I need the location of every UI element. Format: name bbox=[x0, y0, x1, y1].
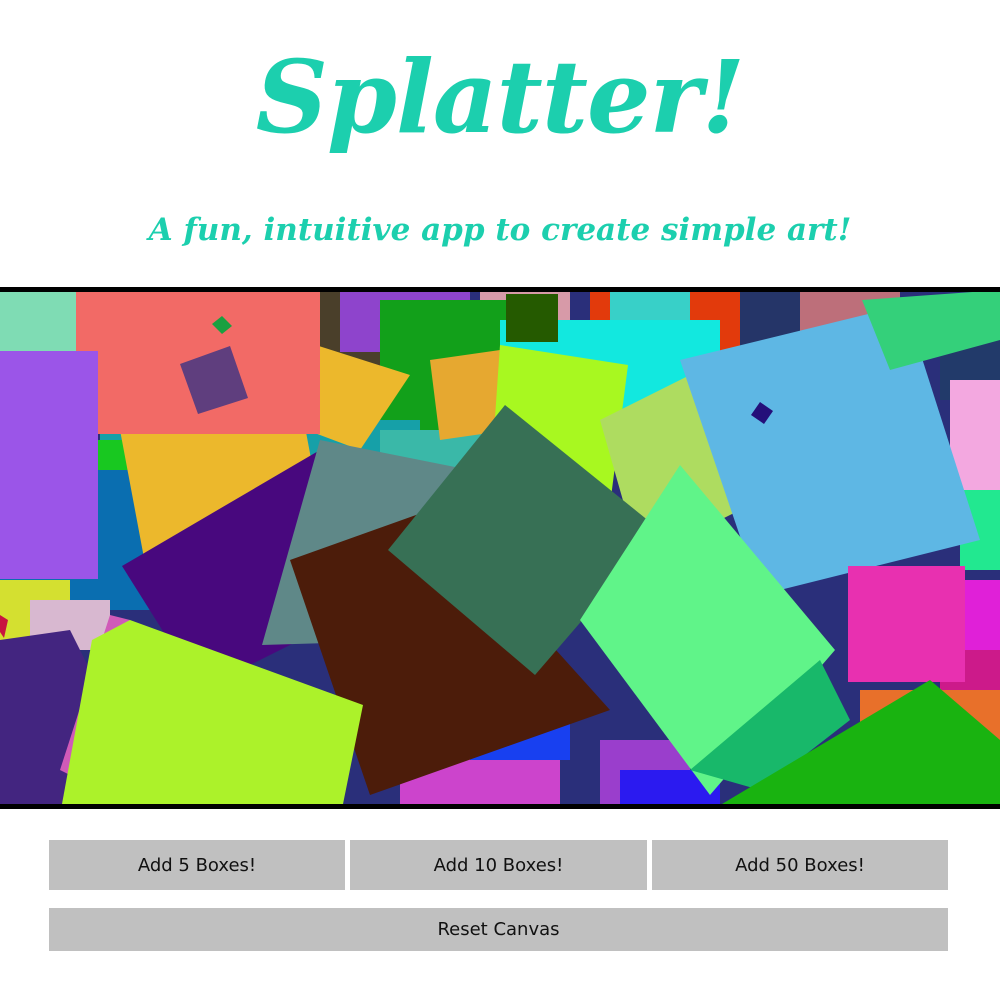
reset-canvas-button[interactable]: Reset Canvas bbox=[49, 908, 948, 951]
canvas-box bbox=[0, 351, 98, 579]
canvas-box bbox=[506, 294, 558, 342]
app-title: Splatter! bbox=[255, 38, 746, 156]
add-10-boxes-button[interactable]: Add 10 Boxes! bbox=[350, 840, 647, 890]
add-50-boxes-button[interactable]: Add 50 Boxes! bbox=[652, 840, 948, 890]
canvas-box bbox=[610, 292, 690, 322]
art-canvas[interactable] bbox=[0, 287, 1000, 809]
add-5-boxes-button[interactable]: Add 5 Boxes! bbox=[49, 840, 345, 890]
canvas-boxes bbox=[0, 292, 1000, 804]
canvas-box bbox=[848, 566, 965, 682]
app-subtitle: A fun, intuitive app to create simple ar… bbox=[148, 212, 852, 248]
